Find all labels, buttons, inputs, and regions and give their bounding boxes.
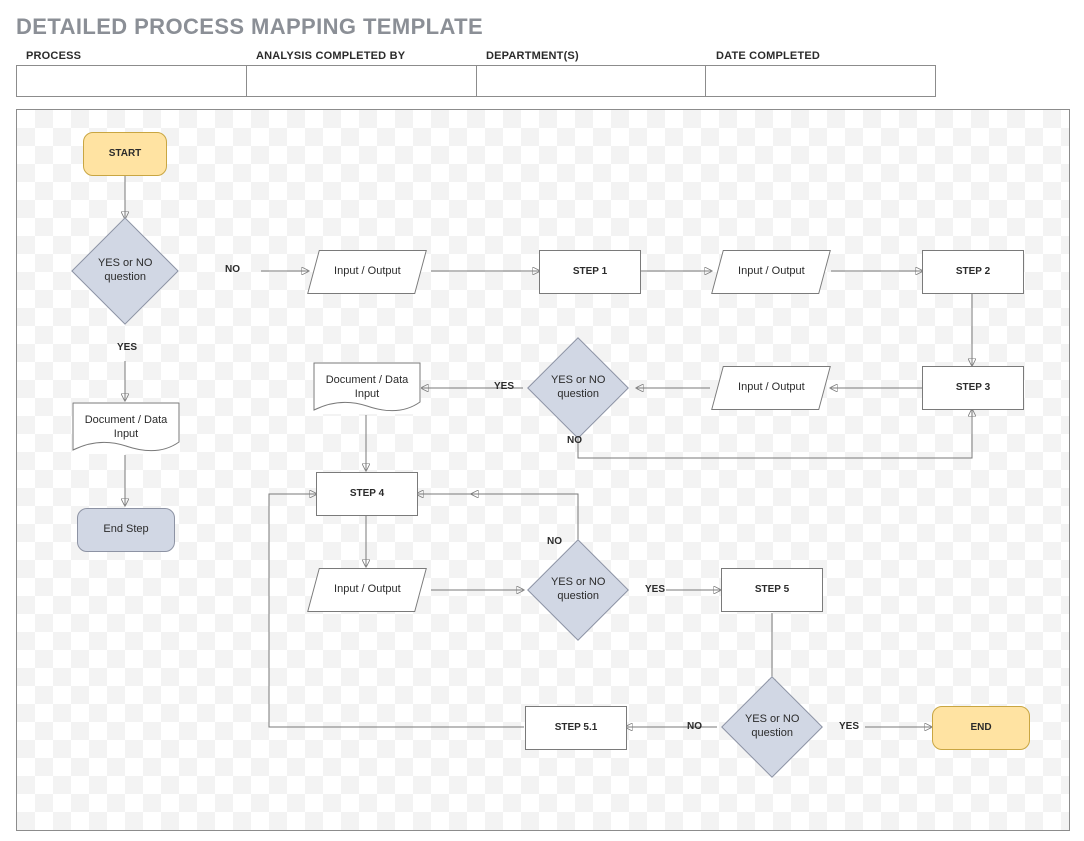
q2-no-label: NO — [567, 435, 582, 446]
label-department: DEPARTMENT(S) — [476, 48, 706, 65]
step-5[interactable]: STEP 5 — [721, 568, 823, 612]
label-analysis: ANALYSIS COMPLETED BY — [246, 48, 476, 65]
q2-yes-label: YES — [494, 381, 514, 392]
header-inputs — [16, 65, 936, 97]
q3-no-label: NO — [547, 536, 562, 547]
io-1[interactable]: Input / Output — [307, 250, 427, 294]
input-process[interactable] — [16, 65, 247, 97]
input-department[interactable] — [477, 65, 707, 97]
end-node[interactable]: END — [932, 706, 1030, 750]
step-5-1[interactable]: STEP 5.1 — [525, 706, 627, 750]
q1-no-label: NO — [225, 264, 240, 275]
decision-q4[interactable]: YES or NO question — [721, 676, 823, 778]
document-1[interactable]: Document / Data Input — [72, 402, 180, 454]
q3-yes-label: YES — [645, 584, 665, 595]
decision-q2[interactable]: YES or NO question — [527, 337, 629, 439]
step-4[interactable]: STEP 4 — [316, 472, 418, 516]
header-labels: PROCESS ANALYSIS COMPLETED BY DEPARTMENT… — [16, 48, 936, 65]
page-title: DETAILED PROCESS MAPPING TEMPLATE — [16, 14, 1068, 40]
decision-q1[interactable]: YES or NO question — [71, 217, 178, 324]
io-3[interactable]: Input / Output — [711, 366, 831, 410]
q4-no-label: NO — [687, 721, 702, 732]
input-date[interactable] — [706, 65, 936, 97]
end-step[interactable]: End Step — [77, 508, 175, 552]
q1-yes-label: YES — [117, 342, 137, 353]
step-1[interactable]: STEP 1 — [539, 250, 641, 294]
io-4[interactable]: Input / Output — [307, 568, 427, 612]
step-2[interactable]: STEP 2 — [922, 250, 1024, 294]
input-analysis[interactable] — [247, 65, 477, 97]
decision-q3[interactable]: YES or NO question — [527, 539, 629, 641]
flowchart-canvas[interactable]: START YES or NO question NO YES Input / … — [16, 109, 1070, 831]
io-2[interactable]: Input / Output — [711, 250, 831, 294]
start-node[interactable]: START — [83, 132, 167, 176]
label-process: PROCESS — [16, 48, 246, 65]
step-3[interactable]: STEP 3 — [922, 366, 1024, 410]
document-2[interactable]: Document / Data Input — [313, 362, 421, 414]
q4-yes-label: YES — [839, 721, 859, 732]
label-date: DATE COMPLETED — [706, 48, 936, 65]
